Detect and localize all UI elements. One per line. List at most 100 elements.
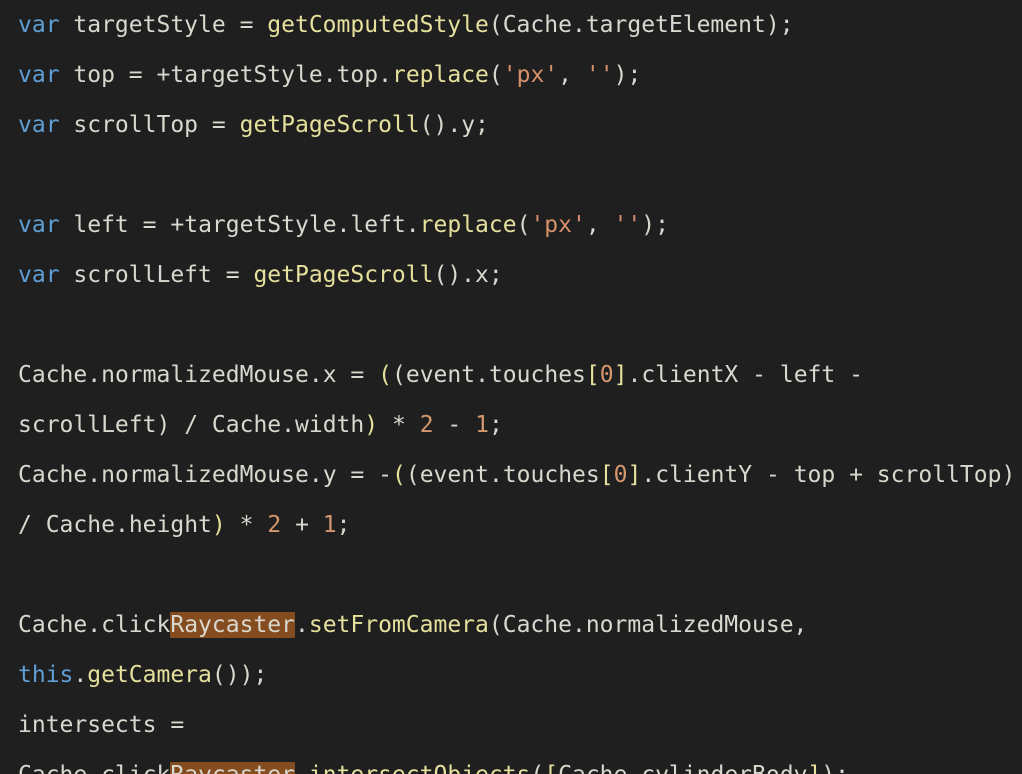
- code-token: ): [447, 262, 461, 288]
- keyword-token: var: [18, 62, 60, 88]
- function-token: getComputedStyle: [267, 12, 489, 38]
- code-line[interactable]: var targetStyle = getComputedStyle(Cache…: [18, 12, 794, 38]
- code-token: [461, 412, 475, 438]
- code-token: [738, 362, 752, 388]
- code-line[interactable]: var scrollLeft = getPageScroll().x;: [18, 262, 503, 288]
- code-token: [766, 362, 780, 388]
- code-token: =: [170, 712, 184, 738]
- code-token: *: [392, 412, 406, 438]
- code-token: .: [489, 462, 503, 488]
- code-line[interactable]: var top = +targetStyle.top.replace('px',…: [18, 62, 641, 88]
- code-token: [240, 262, 254, 288]
- code-token: (: [406, 462, 420, 488]
- number-token: 2: [420, 412, 434, 438]
- code-token: +: [849, 462, 863, 488]
- code-line[interactable]: var left = +targetStyle.left.replace('px…: [18, 212, 669, 238]
- code-token: ;: [835, 762, 849, 774]
- code-token: Cache: [18, 362, 87, 388]
- code-token: ): [156, 412, 170, 438]
- code-token: .: [627, 762, 641, 774]
- code-token: [572, 62, 586, 88]
- code-token: [1015, 462, 1022, 488]
- code-token: .: [447, 112, 461, 138]
- code-token: ): [821, 762, 835, 774]
- code-token: [143, 62, 157, 88]
- code-line[interactable]: Cache.normalizedMouse.y = -((event.touch…: [18, 462, 1022, 538]
- code-token: left: [350, 212, 405, 238]
- code-token: +: [157, 62, 171, 88]
- code-token: scrollTop: [60, 112, 212, 138]
- code-token: .: [406, 212, 420, 238]
- code-token: [337, 362, 351, 388]
- code-token: x: [323, 362, 337, 388]
- code-token: touches: [503, 462, 600, 488]
- code-token: [: [544, 762, 558, 774]
- code-token: .: [641, 462, 655, 488]
- code-token: ): [614, 62, 628, 88]
- code-token: .: [627, 362, 641, 388]
- code-token: intersects: [18, 712, 170, 738]
- code-token: Cache: [198, 412, 281, 438]
- string-token: 'px': [530, 212, 585, 238]
- code-token: targetStyle: [60, 12, 240, 38]
- code-token: ;: [337, 512, 351, 538]
- code-token: ,: [794, 612, 808, 638]
- code-token: y: [323, 462, 337, 488]
- code-token: -: [752, 362, 766, 388]
- code-token: [157, 212, 171, 238]
- code-line[interactable]: Cache.clickRaycaster.setFromCamera(Cache…: [18, 612, 821, 688]
- code-token: [: [600, 462, 614, 488]
- code-token: [378, 412, 392, 438]
- code-token: top: [60, 62, 129, 88]
- code-token: ,: [558, 62, 572, 88]
- code-token: scrollLeft: [60, 262, 226, 288]
- code-token: =: [226, 262, 240, 288]
- code-token: Cache: [18, 612, 87, 638]
- code-token: [807, 612, 821, 638]
- code-token: normalizedMouse: [101, 362, 309, 388]
- code-token: ): [364, 412, 378, 438]
- code-token: top: [337, 62, 379, 88]
- code-token: [364, 462, 378, 488]
- code-token: ;: [253, 662, 267, 688]
- code-token: +: [295, 512, 309, 538]
- search-highlight: Raycaster: [170, 612, 295, 638]
- code-token: ,: [586, 212, 600, 238]
- code-token: [406, 412, 420, 438]
- code-token: ;: [780, 12, 794, 38]
- code-line[interactable]: intersects = Cache.clickRaycaster.inters…: [18, 712, 849, 774]
- code-token: touches: [489, 362, 586, 388]
- code-token: (: [392, 462, 406, 488]
- code-token: [253, 512, 267, 538]
- code-token: /: [18, 512, 32, 538]
- code-token: scrollTop: [863, 462, 1001, 488]
- function-token: getPageScroll: [240, 112, 420, 138]
- code-token: ;: [655, 212, 669, 238]
- code-token: .: [323, 62, 337, 88]
- string-token: '': [586, 62, 614, 88]
- number-token: 2: [267, 512, 281, 538]
- number-token: 1: [323, 512, 337, 538]
- keyword-token: var: [18, 212, 60, 238]
- code-token: /: [184, 412, 198, 438]
- function-token: replace: [392, 62, 489, 88]
- code-token: =: [240, 12, 254, 38]
- code-token: (: [212, 662, 226, 688]
- code-token: (: [420, 112, 434, 138]
- code-line[interactable]: var scrollTop = getPageScroll().y;: [18, 112, 489, 138]
- code-token: +: [170, 212, 184, 238]
- code-editor-content[interactable]: var targetStyle = getComputedStyle(Cache…: [0, 0, 1022, 774]
- keyword-token: var: [18, 12, 60, 38]
- code-token: =: [212, 112, 226, 138]
- number-token: 0: [600, 362, 614, 388]
- code-token: Cache: [503, 12, 572, 38]
- code-token: .: [309, 462, 323, 488]
- code-token: [309, 512, 323, 538]
- code-token: [364, 362, 378, 388]
- code-token: [253, 12, 267, 38]
- code-token: ;: [489, 262, 503, 288]
- code-token: normalizedMouse: [586, 612, 794, 638]
- function-token: getCamera: [87, 662, 212, 688]
- code-token: .: [295, 612, 309, 638]
- code-line[interactable]: Cache.normalizedMouse.x = ((event.touche…: [18, 362, 877, 438]
